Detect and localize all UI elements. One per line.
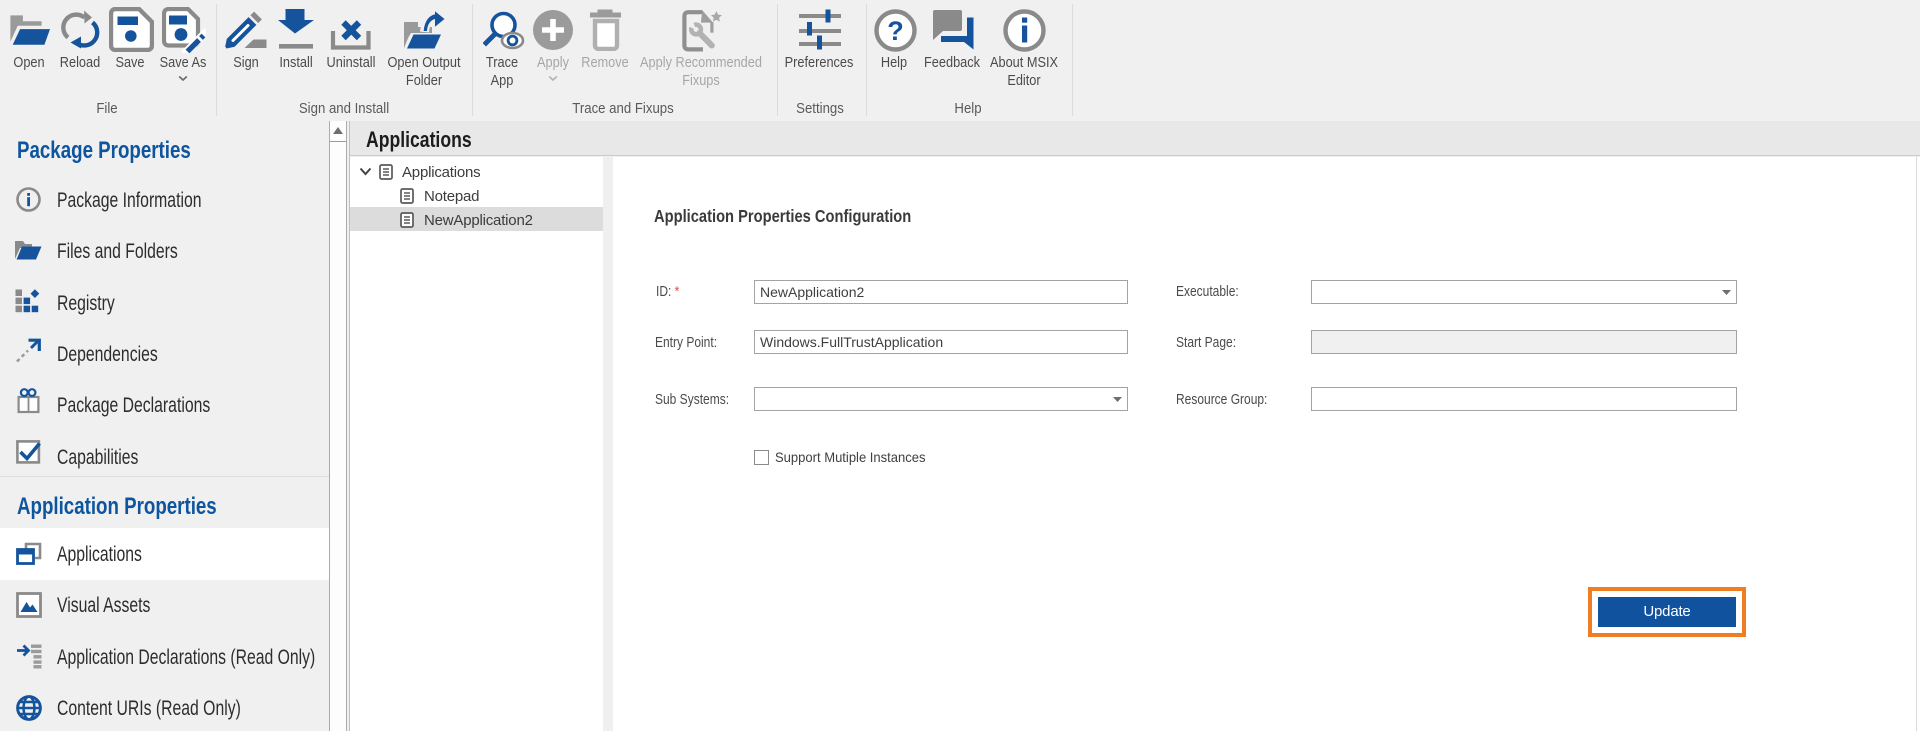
svg-text:?: ? [887,16,904,46]
